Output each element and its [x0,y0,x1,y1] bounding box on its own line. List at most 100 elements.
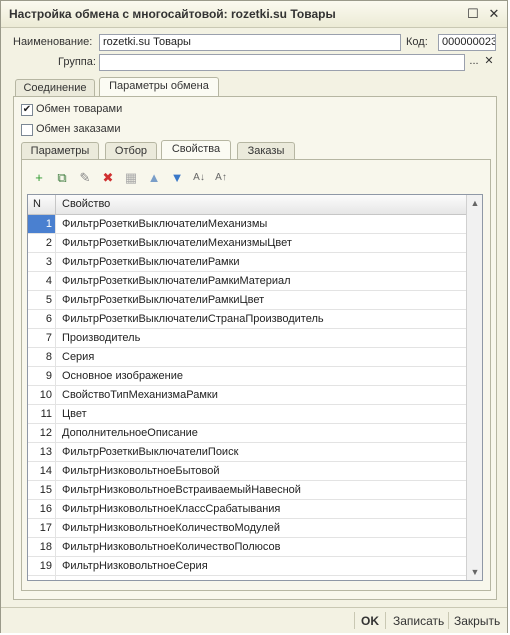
copy-icon[interactable]: ⧉ [54,170,70,186]
row-property: Цвет [62,408,87,420]
row-number: 15 [28,481,56,499]
tab-orders[interactable]: Заказы [237,142,295,160]
separator [385,612,386,629]
group-label: Группа: [58,56,96,68]
table-row[interactable]: 18 ФильтрНизковольтноеКоличествоПолюсов [28,538,466,557]
table-row[interactable]: 11 Цвет [28,405,466,424]
code-input[interactable]: 000000023 [438,34,496,51]
table-row[interactable]: 10 СвойствоТипМеханизмаРамки [28,386,466,405]
orders-exchange-checkbox[interactable] [21,124,33,136]
select-group-button[interactable]: ... [467,55,481,70]
table-row[interactable]: 13 ФильтрРозеткиВыключателиПоиск [28,443,466,462]
row-number: 10 [28,386,56,404]
close-icon[interactable]: ✕ [486,6,502,22]
row-number: 14 [28,462,56,480]
table-row[interactable]: 15 ФильтрНизковольтноеВстраиваемыйНавесно… [28,481,466,500]
row-number: 11 [28,405,56,423]
tab-properties[interactable]: Свойства [161,140,231,160]
table-row[interactable]: 6 ФильтрРозеткиВыключателиСтранаПроизводи… [28,310,466,329]
group-input[interactable] [99,54,465,71]
delete-icon[interactable]: ✖ [100,170,116,186]
table-row[interactable]: 20ФильтрНизковольтноеСерияТ [28,576,466,580]
row-number: 7 [28,329,56,347]
row-number: 19 [28,557,56,575]
clear-group-button[interactable]: ✕ [482,55,496,70]
row-property: ДополнительноеОписание [62,427,198,439]
window-title: Настройка обмена с многосайтовой: rozetk… [9,7,336,21]
ok-button[interactable]: OK [361,614,379,628]
settings-window: Настройка обмена с многосайтовой: rozetk… [0,0,508,633]
name-label: Наименование: [13,36,93,48]
row-property: ФильтрНизковольтноеВстраиваемыйНавесной [62,484,301,496]
tab-connection[interactable]: Соединение [15,79,95,97]
table-row[interactable]: 1 ФильтрРозеткиВыключателиМеханизмы [28,215,466,234]
goods-exchange-label: Обмен товарами [36,103,123,115]
row-property: ФильтрНизковольтноеКлассСрабатывания [62,503,281,515]
table-row[interactable]: 17 ФильтрНизковольтноеКоличествоМодулей [28,519,466,538]
column-header-property[interactable]: Свойство [57,195,110,214]
name-input[interactable]: rozetki.su Товары [99,34,401,51]
table-row[interactable]: 2 ФильтрРозеткиВыключателиМеханизмыЦвет [28,234,466,253]
tab-parameters[interactable]: Параметры [21,142,99,160]
row-property: ФильтрНизковольтноеКоличествоПолюсов [62,541,281,553]
edit-icon[interactable]: ✎ [77,170,93,186]
row-property: ФильтрНизковольтноеБытовой [62,465,220,477]
row-number: 20 [28,576,56,580]
close-button[interactable]: Закрыть [454,614,500,628]
row-property: ФильтрНизковольтноеКоличествоМодулей [62,522,280,534]
table-row[interactable]: 4 ФильтрРозеткиВыключателиРамкиМатериал [28,272,466,291]
row-property: ФильтрРозеткиВыключателиПоиск [62,446,239,458]
row-property: ФильтрРозеткиВыключателиСтранаПроизводит… [62,313,324,325]
vertical-scrollbar[interactable]: ▲ ▼ [466,195,482,580]
save-icon[interactable]: ▦ [123,170,139,186]
separator [448,612,449,629]
column-header-n[interactable]: N [28,195,56,214]
row-property: ФильтрРозеткиВыключателиМеханизмыЦвет [62,237,292,249]
sort-asc-icon[interactable]: A↓ [191,170,207,186]
row-property: ФильтрРозеткиВыключателиРамки [62,256,240,268]
table-row[interactable]: 16 ФильтрНизковольтноеКлассСрабатывания [28,500,466,519]
row-number: 17 [28,519,56,537]
table-row[interactable]: 5 ФильтрРозеткиВыключателиРамкиЦвет [28,291,466,310]
row-property: Основное изображение [62,370,183,382]
row-property: Серия [62,351,95,363]
add-icon[interactable]: + [31,170,47,186]
restore-icon[interactable]: ☐ [465,6,481,22]
row-number: 3 [28,253,56,271]
move-down-icon[interactable]: ▼ [169,170,185,186]
bottom-bar: OK Записать Закрыть [1,607,507,633]
row-property: ФильтрРозеткиВыключателиРамкиМатериал [62,275,291,287]
tab-exchange-params[interactable]: Параметры обмена [99,77,219,97]
row-number: 18 [28,538,56,556]
title-bar[interactable]: Настройка обмена с многосайтовой: rozetk… [1,1,507,28]
orders-exchange-label: Обмен заказами [36,123,121,135]
goods-exchange-checkbox[interactable]: ✔ [21,104,33,116]
row-property: ФильтрРозеткиВыключателиРамкиЦвет [62,294,265,306]
separator [354,612,355,629]
table-row[interactable]: 12 ДополнительноеОписание [28,424,466,443]
row-number: 1 [28,215,56,233]
table-row[interactable]: 8 Серия [28,348,466,367]
table-row[interactable]: 14 ФильтрНизковольтноеБытовой [28,462,466,481]
row-number: 16 [28,500,56,518]
code-label: Код: [406,36,428,48]
row-number: 13 [28,443,56,461]
row-property: Производитель [62,332,141,344]
tab-filter[interactable]: Отбор [105,142,157,160]
table-row[interactable]: 19 ФильтрНизковольтноеСерия [28,557,466,576]
table-header: N Свойство [28,195,482,215]
row-number: 6 [28,310,56,328]
row-property: ФильтрНизковольтноеСерия [62,560,208,572]
table-row[interactable]: 7 Производитель [28,329,466,348]
scroll-down-icon[interactable]: ▼ [470,567,480,577]
table-row[interactable]: 9 Основное изображение [28,367,466,386]
properties-table: N Свойство 1 ФильтрРозеткиВыключателиМеха… [27,194,483,581]
write-button[interactable]: Записать [393,614,444,628]
move-up-icon[interactable]: ▲ [146,170,162,186]
row-number: 4 [28,272,56,290]
table-row[interactable]: 3 ФильтрРозеткиВыключателиРамки [28,253,466,272]
scroll-up-icon[interactable]: ▲ [470,198,480,208]
row-number: 12 [28,424,56,442]
sort-desc-icon[interactable]: A↑ [213,170,229,186]
row-number: 2 [28,234,56,252]
